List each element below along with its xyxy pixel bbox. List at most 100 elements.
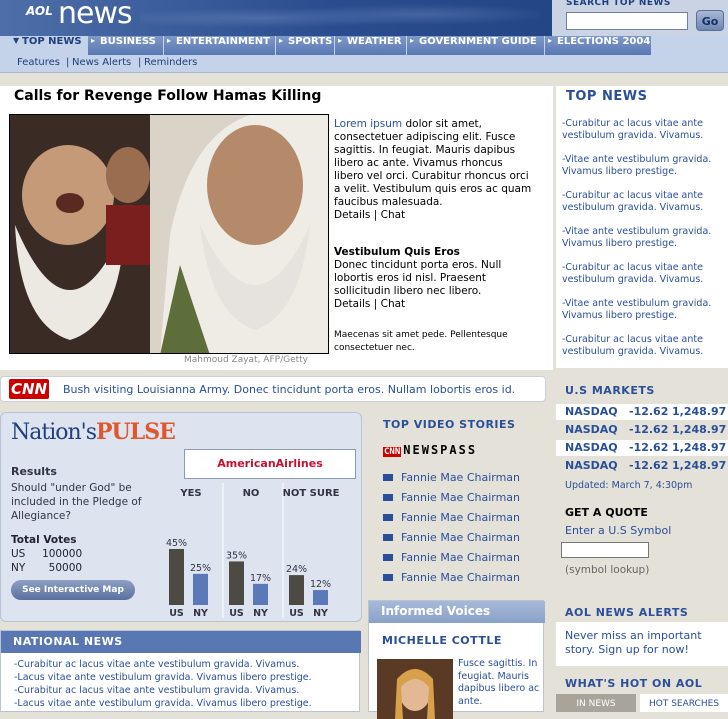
- photo-credit: Mahmoud Zayat, AFP/Getty: [184, 355, 308, 365]
- subnav-news-alerts[interactable]: News Alerts: [72, 57, 131, 68]
- top-news-item[interactable]: -Vitae ante vestibulum gravida. Vivamus …: [562, 298, 726, 322]
- top-news-item[interactable]: -Curabitur ac lacus vitae ante vestibulu…: [562, 262, 726, 286]
- newspass-label: NEWSPASS: [403, 443, 478, 457]
- symbol-lookup-link[interactable]: (symbol lookup): [565, 564, 649, 576]
- columnist-teaser[interactable]: Fusce sagittis. In feugiat. Mauris dapib…: [458, 658, 543, 708]
- search-panel: SEARCH TOP NEWS Go: [552, 0, 728, 36]
- top-news-item[interactable]: -Curabitur ac lacus vitae ante vestibulu…: [562, 334, 726, 358]
- video-item[interactable]: Fannie Mae Chairman: [383, 511, 520, 524]
- market-change: -12.62: [629, 441, 669, 454]
- market-row[interactable]: NASDAQ -12.62 1,248.97: [556, 458, 728, 474]
- video-title: TOP VIDEO STORIES: [383, 418, 516, 431]
- world-map-graphic: [140, 0, 540, 36]
- tab-label: TOP NEWS: [22, 36, 82, 47]
- video-item[interactable]: Fannie Mae Chairman: [383, 491, 520, 504]
- market-value: 1,248.97: [672, 459, 727, 472]
- interactive-map-button[interactable]: See Interactive Map: [11, 580, 135, 600]
- video-camera-icon: [383, 514, 393, 521]
- subnav-features[interactable]: Features: [17, 57, 60, 68]
- poll-question: Should "under God" be included in the Pl…: [11, 482, 142, 522]
- hot-on-aol-title: WHAT'S HOT ON AOL: [565, 677, 703, 690]
- chevron-right-icon: ▸: [279, 36, 284, 45]
- tab-entertainment[interactable]: ▸ ENTERTAINMENT: [164, 36, 276, 55]
- tab-weather[interactable]: ▸ WEATHER: [335, 36, 407, 55]
- cnn-badge: CNN: [383, 447, 402, 457]
- news-logo[interactable]: news: [58, 0, 133, 31]
- market-name: NASDAQ: [565, 441, 618, 454]
- details-link[interactable]: Details: [334, 298, 370, 310]
- tab-label: GOVERNMENT GUIDE: [419, 36, 537, 47]
- details-link[interactable]: Details: [334, 209, 370, 221]
- national-news-item[interactable]: -Lacus vitae ante vestibulum gravida. Vi…: [14, 698, 312, 709]
- pulse-title: Nation'sPULSE: [11, 419, 176, 445]
- total-value: 100000: [42, 548, 83, 560]
- cnn-ticker: CNN Bush visiting Louisianna Army. Donec…: [0, 376, 546, 402]
- tab-label: WEATHER: [347, 36, 402, 47]
- columnist-name[interactable]: MICHELLE COTTLE: [382, 634, 502, 647]
- tab-in-news[interactable]: IN NEWS: [556, 694, 636, 712]
- market-name: NASDAQ: [565, 405, 618, 418]
- video-item[interactable]: Fannie Mae Chairman: [383, 571, 520, 584]
- top-news-item[interactable]: -Vitae ante vestibulum gravida. Vivamus …: [562, 226, 726, 250]
- video-item-label: Fannie Mae Chairman: [401, 531, 521, 544]
- tab-elections-2004[interactable]: ▸ ELECTIONS 2004: [545, 36, 652, 55]
- subnav-reminders[interactable]: Reminders: [144, 57, 197, 68]
- total-votes-label: Total Votes: [11, 534, 77, 546]
- lead-headline[interactable]: Calls for Revenge Follow Hamas Killing: [14, 88, 321, 104]
- aol-logo[interactable]: AOL: [26, 4, 53, 18]
- total-state: NY: [11, 562, 26, 574]
- national-news-item[interactable]: -Curabitur ac lacus vitae ante vestibulu…: [14, 659, 299, 670]
- chat-link[interactable]: Chat: [381, 298, 406, 310]
- national-news-item[interactable]: -Curabitur ac lacus vitae ante vestibulu…: [14, 685, 299, 696]
- pulse-title-a: Nation's: [11, 420, 97, 445]
- video-camera-icon: [383, 534, 393, 541]
- informed-voices-title: Informed Voices: [369, 601, 545, 623]
- sub-category-label: US: [289, 608, 304, 618]
- tab-government-guide[interactable]: ▸ GOVERNMENT GUIDE: [407, 36, 545, 55]
- lead-photo-image: [10, 115, 328, 353]
- video-item[interactable]: Fannie Mae Chairman: [383, 471, 520, 484]
- search-input[interactable]: [566, 12, 688, 30]
- chevron-right-icon: ▸: [410, 36, 415, 45]
- video-item[interactable]: Fannie Mae Chairman: [383, 531, 520, 544]
- national-news-item[interactable]: -Lacus vitae ante vestibulum gravida. Vi…: [14, 672, 312, 683]
- header-bar: AOL news SEARCH TOP NEWS Go: [0, 0, 728, 36]
- cnn-ticker-text[interactable]: Bush visiting Louisianna Army. Donec tin…: [63, 383, 515, 396]
- chat-link[interactable]: Chat: [381, 209, 406, 221]
- top-news-item[interactable]: -Curabitur ac lacus vitae ante vestibulu…: [562, 190, 726, 214]
- total-state: US: [11, 548, 26, 560]
- video-item[interactable]: Fannie Mae Chairman: [383, 551, 520, 564]
- poll-bar: [313, 590, 328, 605]
- bar-value-label: 17%: [250, 573, 271, 584]
- top-news-item[interactable]: -Vitae ante vestibulum gravida. Vivamus …: [562, 154, 726, 178]
- columnist-photo-image: [377, 659, 453, 719]
- story-link[interactable]: Lorem ipsum: [334, 118, 402, 130]
- market-row[interactable]: NASDAQ -12.62 1,248.97: [556, 440, 728, 456]
- tab-top-news[interactable]: ▼ TOP NEWS: [10, 36, 88, 55]
- lead-photo[interactable]: [9, 114, 329, 354]
- video-camera-icon: [383, 574, 393, 581]
- video-camera-icon: [383, 494, 393, 501]
- market-row[interactable]: NASDAQ -12.62 1,248.97: [556, 404, 728, 420]
- sponsor-logo[interactable]: AmericanAirlines: [184, 449, 356, 479]
- tab-sports[interactable]: ▸ SPORTS: [276, 36, 335, 55]
- market-row[interactable]: NASDAQ -12.62 1,248.97: [556, 422, 728, 438]
- main-nav: ▼ TOP NEWS ▸ BUSINESS ▸ ENTERTAINMENT ▸ SPOR…: [0, 36, 728, 55]
- cnn-newspass-logo[interactable]: CNN NEWSPASS: [383, 443, 477, 457]
- cnn-logo[interactable]: CNN: [9, 379, 49, 399]
- video-camera-icon: [383, 554, 393, 561]
- top-news-item[interactable]: -Curabitur ac lacus vitae ante vestibulu…: [562, 118, 726, 142]
- search-go-button[interactable]: Go: [696, 10, 724, 31]
- alerts-signup-link[interactable]: Never miss an important story. Sign up f…: [565, 629, 725, 657]
- tab-business[interactable]: ▸ BUSINESS: [88, 36, 164, 55]
- columnist-photo[interactable]: [377, 659, 453, 719]
- alerts-title: AOL NEWS ALERTS: [565, 606, 689, 619]
- second-story-title[interactable]: Vestibulum Quis Eros: [334, 246, 460, 258]
- market-value: 1,248.97: [672, 405, 727, 418]
- sub-nav: Features | News Alerts | Reminders: [0, 55, 728, 73]
- quote-symbol-input[interactable]: [561, 542, 649, 558]
- video-item-label: Fannie Mae Chairman: [401, 491, 521, 504]
- tab-hot-searches[interactable]: HOT SEARCHES: [640, 694, 728, 712]
- poll-bar: [193, 573, 208, 605]
- market-change: -12.62: [629, 459, 669, 472]
